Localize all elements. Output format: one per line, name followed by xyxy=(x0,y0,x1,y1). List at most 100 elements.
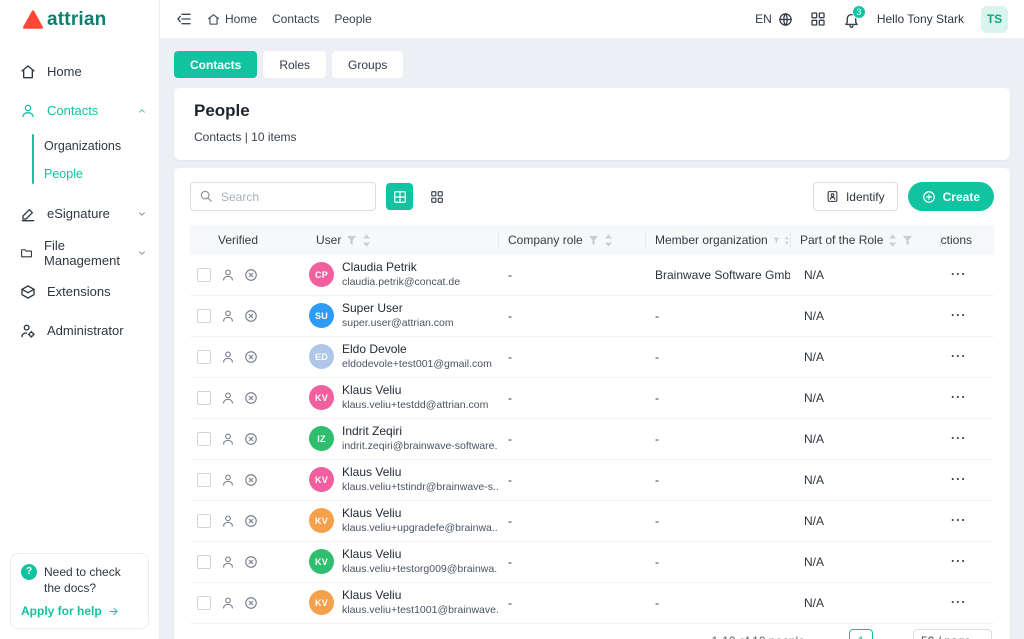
row-actions-menu[interactable]: ⋯ xyxy=(940,513,994,529)
cell-part-of-role: N/A xyxy=(790,596,940,610)
user-status-icon[interactable] xyxy=(221,268,235,282)
not-verified-icon[interactable] xyxy=(244,268,258,282)
notifications-bell[interactable]: 3 xyxy=(843,11,860,28)
next-page-icon[interactable]: › xyxy=(881,629,905,639)
contacts-submenu: Organizations People xyxy=(0,130,159,194)
filter-icon[interactable] xyxy=(588,235,599,246)
sidebar-item-label: eSignature xyxy=(47,206,110,221)
not-verified-icon[interactable] xyxy=(244,432,258,446)
row-actions-menu[interactable]: ⋯ xyxy=(940,595,994,611)
row-checkbox[interactable] xyxy=(197,309,211,323)
sidebar-item-home[interactable]: Home xyxy=(0,52,159,91)
row-actions-menu[interactable]: ⋯ xyxy=(940,349,994,365)
language-selector[interactable]: EN xyxy=(755,12,793,27)
user-status-icon[interactable] xyxy=(221,391,235,405)
sidebar-item-esignature[interactable]: eSignature xyxy=(0,194,159,233)
not-verified-icon[interactable] xyxy=(244,473,258,487)
page-size-select[interactable]: 50 / page xyxy=(913,629,992,639)
row-actions-menu[interactable]: ⋯ xyxy=(940,390,994,406)
user-avatar[interactable]: TS xyxy=(981,6,1008,33)
row-checkbox[interactable] xyxy=(197,473,211,487)
breadcrumb-contacts[interactable]: Contacts xyxy=(272,12,319,26)
sidebar-item-extensions[interactable]: Extensions xyxy=(0,272,159,311)
sidebar-item-administrator[interactable]: Administrator xyxy=(0,311,159,350)
row-checkbox[interactable] xyxy=(197,268,211,282)
row-user-cell[interactable]: KV Klaus Veliu klaus.veliu+testorg009@br… xyxy=(300,547,498,576)
user-status-icon[interactable] xyxy=(221,473,235,487)
user-status-icon[interactable] xyxy=(221,596,235,610)
not-verified-icon[interactable] xyxy=(244,391,258,405)
sidebar-item-file-management[interactable]: File Management xyxy=(0,233,159,272)
column-label: Verified xyxy=(218,233,258,247)
row-user-cell[interactable]: KV Klaus Veliu klaus.veliu+tstindr@brain… xyxy=(300,465,498,494)
sidebar-item-contacts[interactable]: Contacts xyxy=(0,91,159,130)
row-checkbox[interactable] xyxy=(197,391,211,405)
not-verified-icon[interactable] xyxy=(244,555,258,569)
breadcrumb-home[interactable]: Home xyxy=(207,12,257,26)
create-button[interactable]: Create xyxy=(908,182,994,211)
row-actions-menu[interactable]: ⋯ xyxy=(940,554,994,570)
sort-icon[interactable] xyxy=(888,234,897,247)
extensions-icon xyxy=(20,284,36,300)
row-actions-menu[interactable]: ⋯ xyxy=(940,472,994,488)
cell-member-organization: Brainwave Software GmbH xyxy=(645,268,790,282)
row-checkbox[interactable] xyxy=(197,596,211,610)
table-body: CP Claudia Petrik claudia.petrik@concat.… xyxy=(190,255,994,624)
table-row: ED Eldo Devole eldodevole+test001@gmail.… xyxy=(190,337,994,378)
row-user-cell[interactable]: CP Claudia Petrik claudia.petrik@concat.… xyxy=(300,260,498,289)
user-status-icon[interactable] xyxy=(221,514,235,528)
sidebar-fold-icon[interactable] xyxy=(176,11,192,27)
sidebar-subitem-people[interactable]: People xyxy=(0,160,159,188)
row-user-cell[interactable]: SU Super User super.user@attrian.com xyxy=(300,301,498,330)
sort-icon[interactable] xyxy=(362,234,371,247)
row-actions-menu[interactable]: ⋯ xyxy=(940,431,994,447)
cell-member-organization: - xyxy=(645,555,790,569)
sidebar-subitem-organizations[interactable]: Organizations xyxy=(0,132,159,160)
identify-icon xyxy=(826,190,839,203)
row-checkbox[interactable] xyxy=(197,350,211,364)
filter-icon[interactable] xyxy=(346,235,357,246)
identify-button[interactable]: Identify xyxy=(813,182,898,211)
row-checkbox[interactable] xyxy=(197,432,211,446)
not-verified-icon[interactable] xyxy=(244,596,258,610)
sort-icon[interactable] xyxy=(604,234,613,247)
user-avatar: KV xyxy=(309,549,334,574)
page-1-button[interactable]: 1 xyxy=(849,629,873,639)
page-size-value: 50 / page xyxy=(921,634,971,639)
user-status-icon[interactable] xyxy=(221,432,235,446)
row-user-cell[interactable]: KV Klaus Veliu klaus.veliu+test1001@brai… xyxy=(300,588,498,617)
breadcrumb-people[interactable]: People xyxy=(334,12,371,26)
row-select-cell xyxy=(190,596,218,610)
row-checkbox[interactable] xyxy=(197,514,211,528)
tab-roles[interactable]: Roles xyxy=(263,51,326,78)
row-user-cell[interactable]: IZ Indrit Zeqiri indrit.zeqiri@brainwave… xyxy=(300,424,498,453)
not-verified-icon[interactable] xyxy=(244,514,258,528)
table-view-toggle[interactable] xyxy=(386,183,413,210)
row-actions-menu[interactable]: ⋯ xyxy=(940,308,994,324)
user-status-icon[interactable] xyxy=(221,309,235,323)
row-user-cell[interactable]: ED Eldo Devole eldodevole+test001@gmail.… xyxy=(300,342,498,371)
search-input[interactable] xyxy=(190,182,376,211)
row-user-cell[interactable]: KV Klaus Veliu klaus.veliu+upgradefe@bra… xyxy=(300,506,498,535)
user-status-icon[interactable] xyxy=(221,350,235,364)
user-email: indrit.zeqiri@brainwave-software... xyxy=(342,440,498,454)
row-checkbox[interactable] xyxy=(197,555,211,569)
apply-for-help-link[interactable]: Apply for help xyxy=(21,604,138,618)
tab-contacts[interactable]: Contacts xyxy=(174,51,257,78)
filter-icon[interactable] xyxy=(773,235,780,246)
not-verified-icon[interactable] xyxy=(244,350,258,364)
user-status-icon[interactable] xyxy=(221,555,235,569)
apps-grid-icon[interactable] xyxy=(810,11,826,27)
card-view-toggle[interactable] xyxy=(423,183,450,210)
prev-page-icon[interactable]: ‹ xyxy=(817,629,841,639)
tab-groups[interactable]: Groups xyxy=(332,51,403,78)
brand-logo[interactable]: attrian xyxy=(0,0,159,40)
filter-icon[interactable] xyxy=(902,235,913,246)
row-user-cell[interactable]: KV Klaus Veliu klaus.veliu+testdd@attria… xyxy=(300,383,498,412)
page-header-card: People Contacts | 10 items xyxy=(174,88,1010,160)
not-verified-icon[interactable] xyxy=(244,309,258,323)
page-title: People xyxy=(194,101,990,121)
topbar: Home Contacts People EN 3 xyxy=(160,0,1024,39)
row-actions-menu[interactable]: ⋯ xyxy=(940,267,994,283)
cell-company-role: - xyxy=(498,514,645,528)
